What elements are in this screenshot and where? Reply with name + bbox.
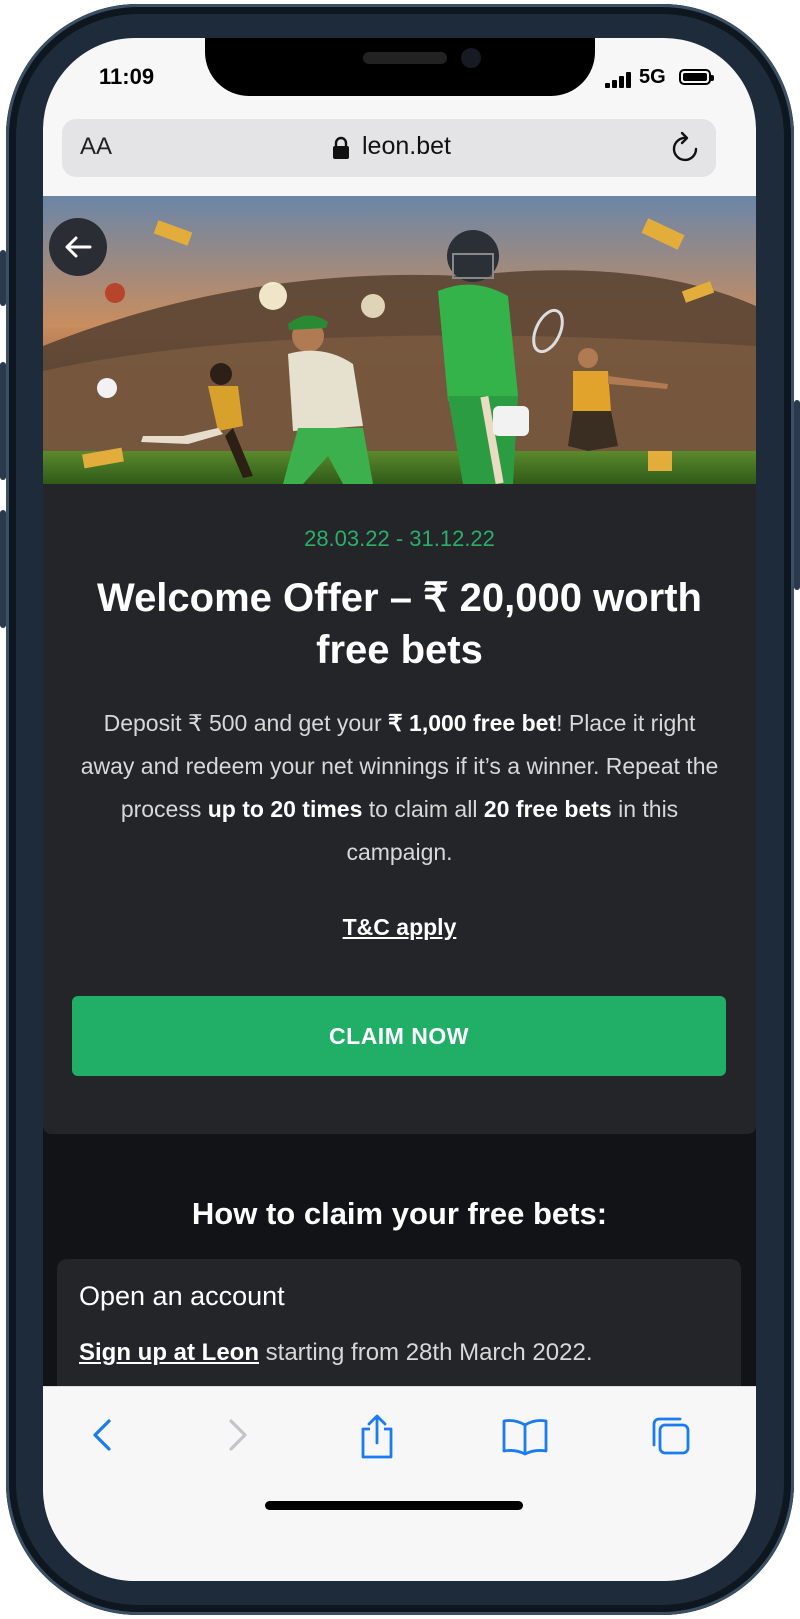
url-domain[interactable]: leon.bet bbox=[362, 132, 451, 161]
sign-up-link[interactable]: Sign up at Leon bbox=[79, 1339, 259, 1366]
promo-title: Welcome Offer – ₹ 20,000 worth free bets bbox=[97, 576, 702, 672]
text-size-button[interactable]: AA bbox=[80, 133, 112, 161]
phone-side-button bbox=[0, 362, 6, 480]
hero-illustration bbox=[43, 196, 756, 484]
nav-forward-icon[interactable] bbox=[225, 1413, 251, 1457]
hero-banner bbox=[43, 196, 756, 484]
back-button[interactable] bbox=[49, 218, 107, 276]
battery-icon bbox=[679, 69, 714, 85]
tc-link[interactable]: T&C apply bbox=[43, 914, 756, 941]
step-title: Open an account bbox=[79, 1281, 285, 1311]
claim-now-button[interactable]: CLAIM NOW bbox=[72, 996, 726, 1076]
front-camera bbox=[461, 48, 481, 68]
status-time: 11:09 bbox=[99, 64, 155, 89]
network-type: 5G bbox=[639, 66, 666, 88]
lock-icon bbox=[333, 136, 349, 159]
phone-side-button bbox=[0, 510, 6, 628]
web-content: 28.03.22 - 31.12.22 Welcome Offer – ₹ 20… bbox=[43, 196, 756, 1386]
nav-back-icon[interactable] bbox=[89, 1413, 115, 1457]
phone-side-button bbox=[0, 250, 6, 306]
step-text: Sign up at Leon starting from 28th March… bbox=[79, 1339, 593, 1366]
status-bar: 11:09 5G bbox=[43, 38, 756, 118]
reload-icon[interactable] bbox=[670, 131, 702, 165]
home-indicator[interactable] bbox=[265, 1501, 523, 1510]
how-to-heading: How to claim your free bets: bbox=[191, 1196, 608, 1231]
bookmarks-icon[interactable] bbox=[501, 1417, 549, 1457]
back-arrow-icon bbox=[65, 236, 92, 258]
address-bar[interactable]: AA leon.bet bbox=[62, 119, 716, 177]
speaker-grille bbox=[363, 52, 447, 64]
tabs-icon[interactable] bbox=[649, 1415, 693, 1457]
text-size-label: AA bbox=[80, 133, 113, 160]
promo-description: Deposit ₹ 500 and get your ₹ 1,000 free … bbox=[80, 710, 719, 865]
promo-dates: 28.03.22 - 31.12.22 bbox=[304, 526, 495, 551]
promo-card: 28.03.22 - 31.12.22 Welcome Offer – ₹ 20… bbox=[43, 484, 756, 1134]
browser-toolbar bbox=[43, 1386, 756, 1581]
phone-side-button bbox=[794, 400, 800, 590]
step-card: Open an account Sign up at Leon starting… bbox=[57, 1259, 741, 1386]
notch bbox=[205, 38, 595, 96]
screen: 11:09 5G AA leon.bet 28.03.22 - 31.12.22… bbox=[43, 38, 756, 1581]
share-icon[interactable] bbox=[357, 1413, 397, 1459]
signal-icon bbox=[605, 72, 633, 88]
